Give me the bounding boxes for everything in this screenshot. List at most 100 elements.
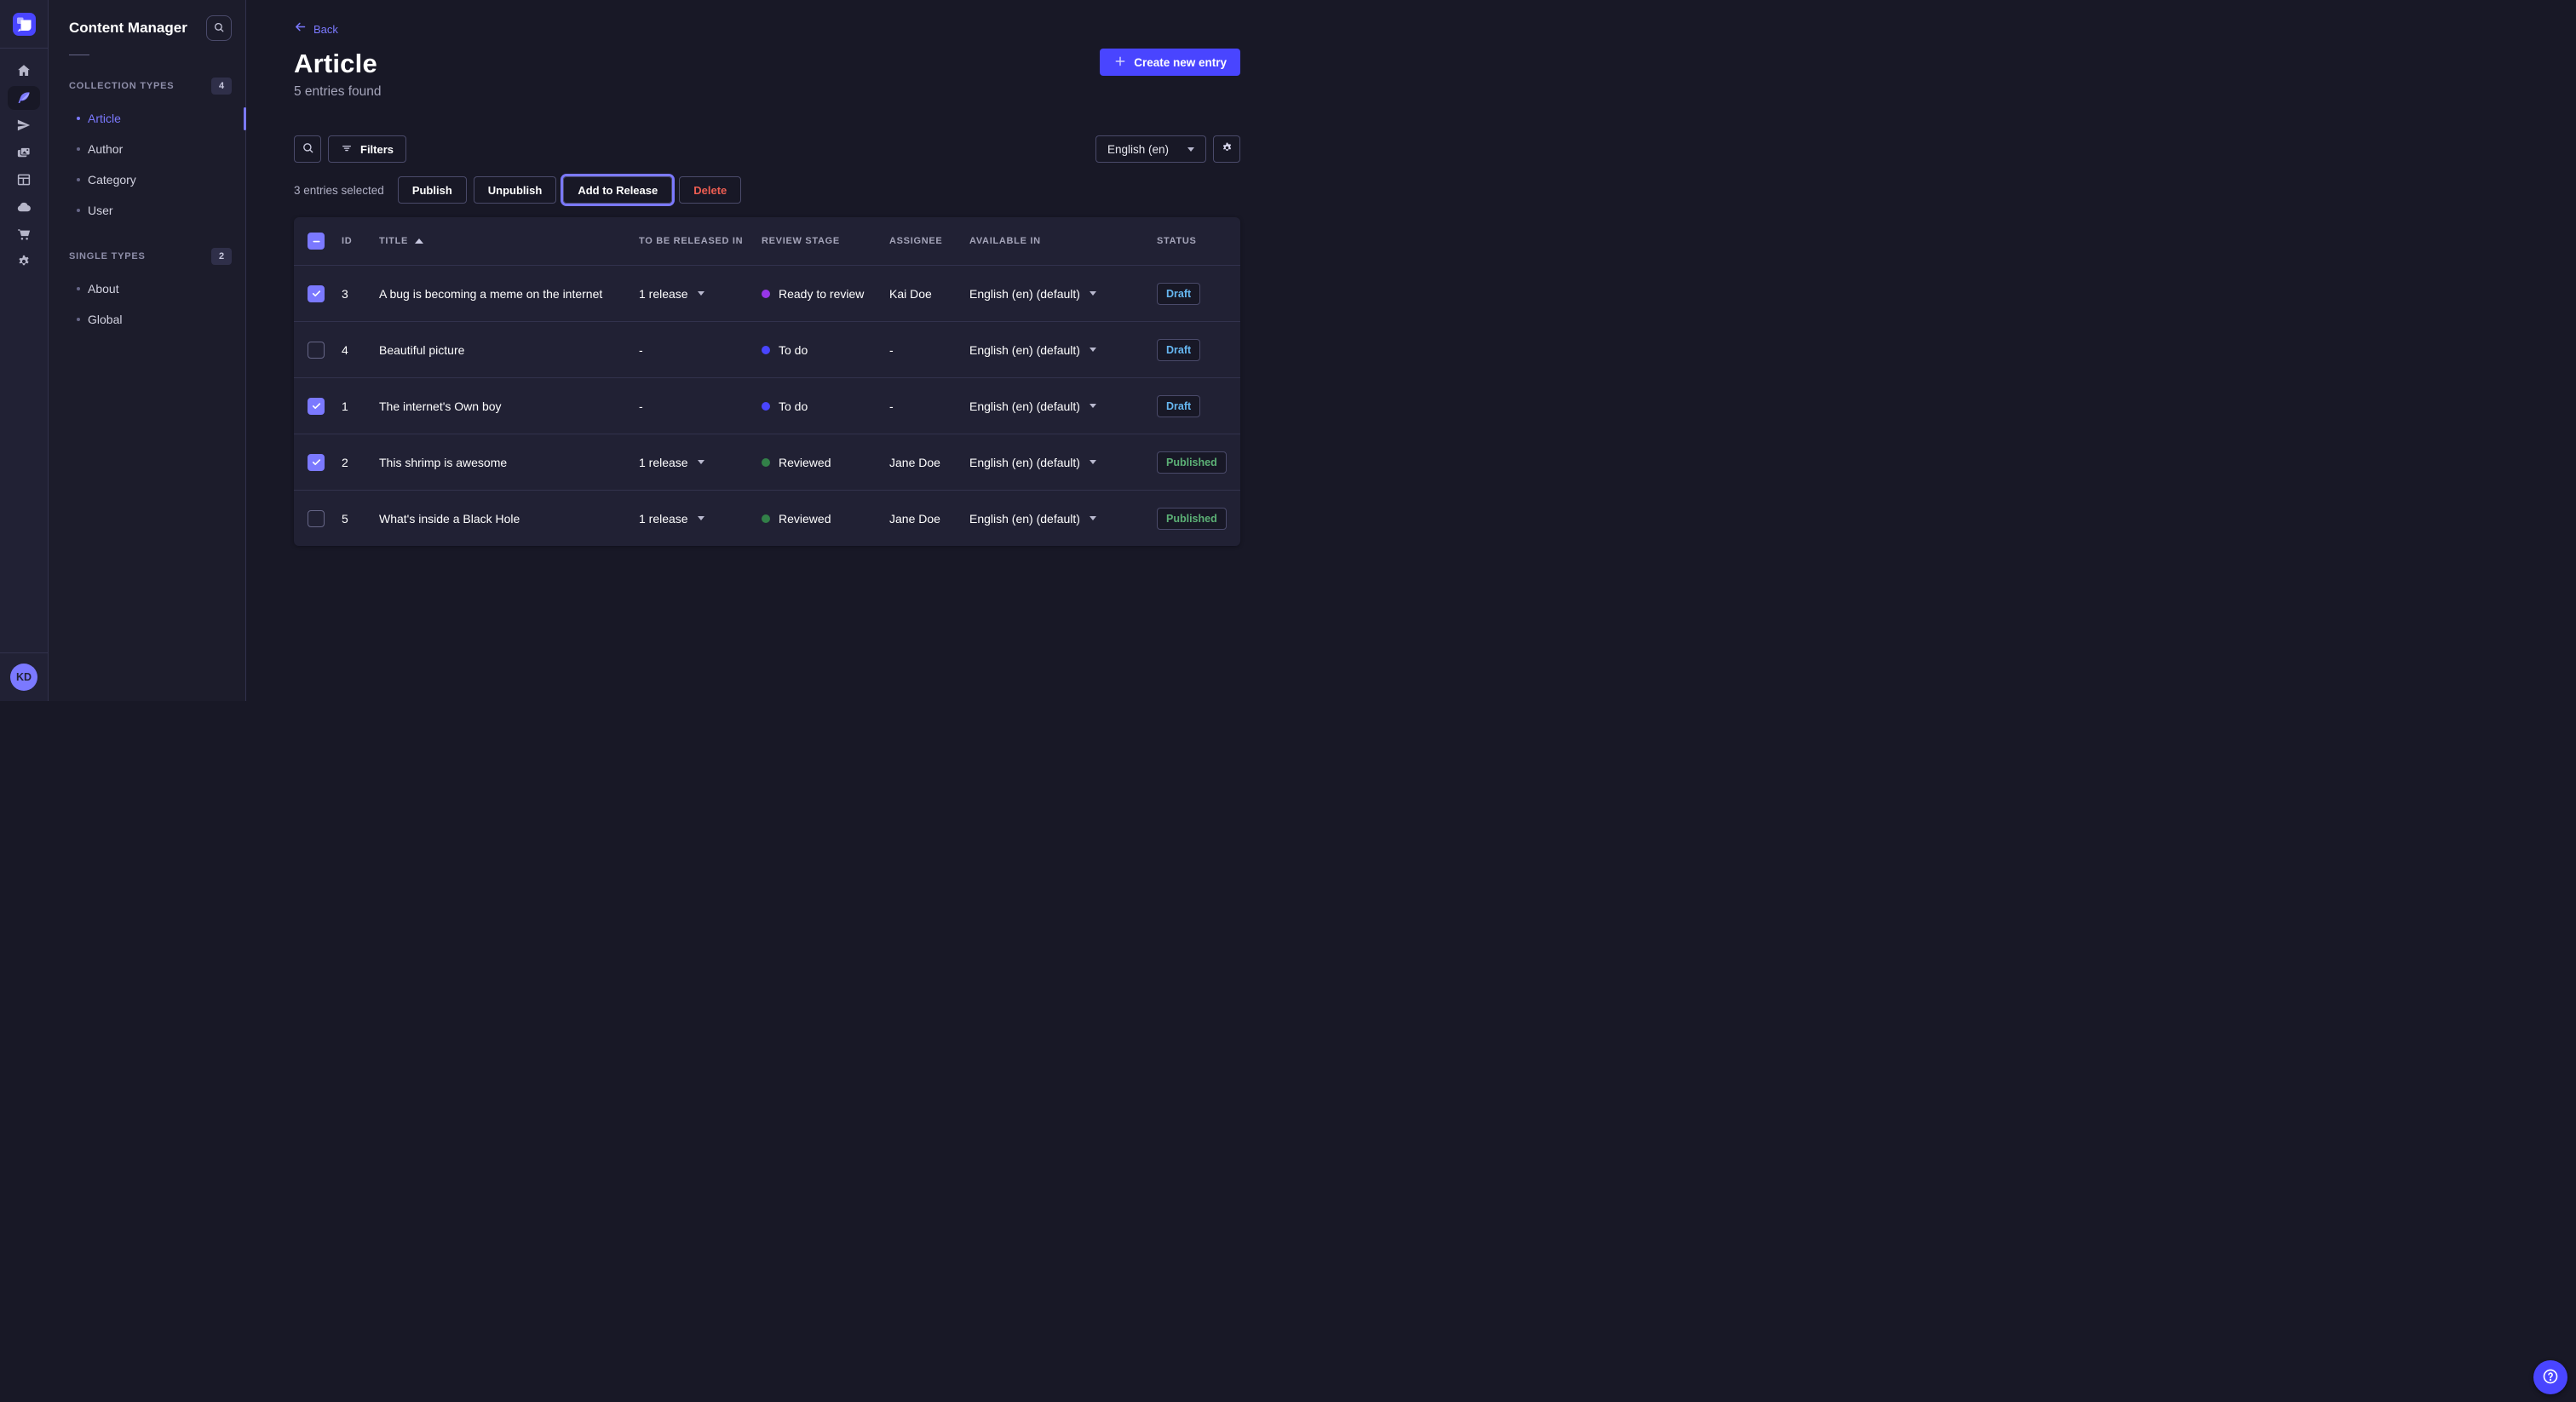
locale-label: English (en) (default) <box>969 343 1080 357</box>
help-button[interactable] <box>2533 1360 2567 1394</box>
cell-title[interactable]: What's inside a Black Hole <box>379 512 639 526</box>
table-row: 2This shrimp is awesome1 releaseReviewed… <box>294 434 1240 490</box>
sidebar-item-label: Global <box>88 313 122 326</box>
sidebar-item-global[interactable]: Global <box>49 304 245 335</box>
locale-select[interactable]: English (en) <box>1095 135 1206 163</box>
filters-label: Filters <box>360 143 394 156</box>
sidebar-item-category[interactable]: Category <box>49 164 245 195</box>
stage-dot-icon <box>762 290 770 298</box>
strapi-logo[interactable] <box>13 13 36 36</box>
publish-button[interactable]: Publish <box>398 176 467 204</box>
add-to-release-button[interactable]: Add to Release <box>563 176 672 204</box>
cell-release[interactable]: 1 release <box>639 287 704 301</box>
locale-label: English (en) (default) <box>969 456 1080 469</box>
select-all-checkbox[interactable] <box>308 233 325 250</box>
cell-id: 1 <box>342 399 379 413</box>
view-settings-button[interactable] <box>1213 135 1240 163</box>
unpublish-button[interactable]: Unpublish <box>474 176 557 204</box>
section-count-badge: 2 <box>211 248 232 265</box>
cell-assignee: - <box>889 343 969 357</box>
cell-release[interactable]: 1 release <box>639 512 704 526</box>
question-icon <box>2541 1367 2560 1388</box>
column-header-title[interactable]: TITLE <box>379 236 639 246</box>
row-checkbox[interactable] <box>308 510 325 527</box>
locale-label: English (en) (default) <box>969 399 1080 413</box>
release-value: 1 release <box>639 512 688 526</box>
avatar-cell: KD <box>0 652 48 701</box>
nav-item-paper-plane[interactable] <box>8 113 40 137</box>
nav-item-cloud[interactable] <box>8 195 40 219</box>
sidebar-item-article[interactable]: Article <box>49 103 245 134</box>
cell-available-in[interactable]: English (en) (default) <box>969 287 1096 301</box>
table-row: 3A bug is becoming a meme on the interne… <box>294 265 1240 321</box>
cell-available-in[interactable]: English (en) (default) <box>969 456 1096 469</box>
chevron-down-icon <box>1090 291 1096 296</box>
locale-label: English (en) (default) <box>969 512 1080 526</box>
chevron-down-icon <box>698 460 704 464</box>
cell-available-in[interactable]: English (en) (default) <box>969 343 1096 357</box>
search-icon <box>302 141 314 157</box>
cart-icon <box>16 227 32 242</box>
cell-review-stage: To do <box>762 399 889 413</box>
sidebar-item-author[interactable]: Author <box>49 134 245 164</box>
chevron-down-icon <box>1187 147 1194 152</box>
cell-title[interactable]: This shrimp is awesome <box>379 456 639 469</box>
subnav-title: Content Manager <box>69 20 187 37</box>
arrow-left-icon <box>294 20 307 37</box>
main-content: Back Article Create new entry 5 entries … <box>246 0 1288 701</box>
nav-item-home[interactable] <box>8 59 40 83</box>
column-header-review-stage[interactable]: REVIEW STAGE <box>762 236 889 246</box>
paper-plane-icon <box>16 118 32 133</box>
column-header-assignee[interactable]: ASSIGNEE <box>889 236 969 246</box>
subnav-section: SINGLE TYPES2AboutGlobal <box>49 248 245 335</box>
sidebar-item-about[interactable]: About <box>49 273 245 304</box>
subnav-search-button[interactable] <box>206 15 232 41</box>
nav-item-cart[interactable] <box>8 222 40 246</box>
feather-icon <box>16 90 32 106</box>
chevron-down-icon <box>1090 460 1096 464</box>
page-title: Article <box>294 49 377 79</box>
row-checkbox[interactable] <box>308 398 325 415</box>
chevron-down-icon <box>1090 404 1096 408</box>
sidebar-item-label: Author <box>88 142 123 156</box>
plus-icon <box>1113 55 1127 71</box>
column-header-id[interactable]: ID <box>342 236 379 246</box>
filters-button[interactable]: Filters <box>328 135 406 163</box>
cell-release: - <box>639 399 643 413</box>
row-checkbox[interactable] <box>308 285 325 302</box>
cell-title[interactable]: Beautiful picture <box>379 343 639 357</box>
cell-id: 2 <box>342 456 379 469</box>
cell-available-in[interactable]: English (en) (default) <box>969 399 1096 413</box>
column-header-release[interactable]: TO BE RELEASED IN <box>639 236 762 246</box>
sidebar-item-user[interactable]: User <box>49 195 245 226</box>
layout-icon <box>16 172 32 187</box>
column-header-status[interactable]: STATUS <box>1157 236 1227 246</box>
nav-item-layout[interactable] <box>8 168 40 192</box>
row-checkbox[interactable] <box>308 454 325 471</box>
bullet-icon <box>77 209 80 212</box>
cell-available-in[interactable]: English (en) (default) <box>969 512 1096 526</box>
delete-button[interactable]: Delete <box>679 176 741 204</box>
chevron-down-icon <box>698 516 704 520</box>
status-badge: Draft <box>1157 339 1200 361</box>
nav-item-media-library[interactable] <box>8 141 40 164</box>
row-checkbox[interactable] <box>308 342 325 359</box>
logo-cell <box>0 0 48 49</box>
stage-label: To do <box>779 343 808 357</box>
column-header-available-in[interactable]: AVAILABLE IN <box>969 236 1157 246</box>
main-nav-list <box>0 49 48 273</box>
back-link[interactable]: Back <box>294 20 338 37</box>
nav-item-gear[interactable] <box>8 250 40 273</box>
cell-title[interactable]: A bug is becoming a meme on the internet <box>379 287 639 301</box>
create-new-entry-button[interactable]: Create new entry <box>1100 49 1240 76</box>
release-value: - <box>639 343 643 357</box>
section-count-badge: 4 <box>211 78 232 95</box>
cell-release[interactable]: 1 release <box>639 456 704 469</box>
search-button[interactable] <box>294 135 321 163</box>
cell-title[interactable]: The internet's Own boy <box>379 399 639 413</box>
avatar[interactable]: KD <box>10 664 37 691</box>
cell-review-stage: To do <box>762 343 889 357</box>
table-row: 4Beautiful picture-To do-English (en) (d… <box>294 321 1240 377</box>
nav-item-feather[interactable] <box>8 86 40 110</box>
stage-dot-icon <box>762 402 770 411</box>
